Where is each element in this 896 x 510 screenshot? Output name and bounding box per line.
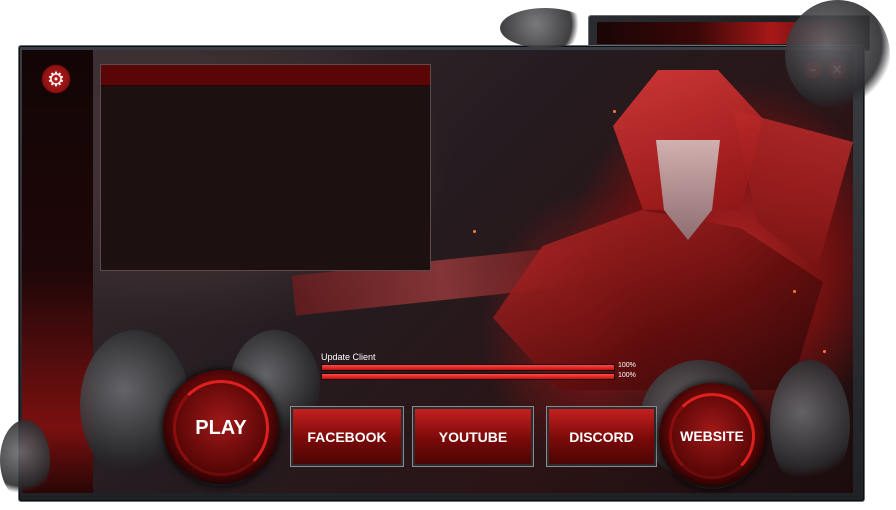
update-status-label: Update Client <box>321 352 376 362</box>
file-progress-fill <box>322 365 614 370</box>
facebook-button-label: FACEBOOK <box>307 428 387 445</box>
play-button[interactable]: PLAY <box>163 370 279 486</box>
facebook-button[interactable]: FACEBOOK <box>290 406 404 467</box>
news-panel-header <box>101 65 430 86</box>
youtube-button[interactable]: YOUTUBE <box>412 406 534 467</box>
ember <box>793 290 796 293</box>
settings-gear-icon[interactable]: ⚙ <box>41 64 71 94</box>
total-progress-bar <box>321 373 615 380</box>
corner-dragon-ornament <box>785 0 890 110</box>
website-button-label: WEBSITE <box>680 428 744 444</box>
right-dragon-tail-ornament <box>770 360 850 490</box>
discord-button-label: DISCORD <box>569 428 634 445</box>
youtube-button-label: YOUTUBE <box>438 428 508 445</box>
news-panel[interactable] <box>100 64 431 271</box>
ember <box>613 110 616 113</box>
file-progress-bar <box>321 364 615 371</box>
top-dragon-ornament <box>500 8 590 48</box>
website-button[interactable]: WEBSITE <box>659 383 765 489</box>
play-button-label: PLAY <box>195 416 247 439</box>
discord-button[interactable]: DISCORD <box>546 406 657 467</box>
file-progress-percent: 100% <box>618 362 636 369</box>
ember <box>473 230 476 233</box>
total-progress-fill <box>322 374 614 379</box>
hero-armor-art <box>493 210 823 390</box>
total-progress-percent: 100% <box>618 372 636 379</box>
ember <box>823 350 826 353</box>
bottom-left-dragon-ornament <box>0 420 50 500</box>
